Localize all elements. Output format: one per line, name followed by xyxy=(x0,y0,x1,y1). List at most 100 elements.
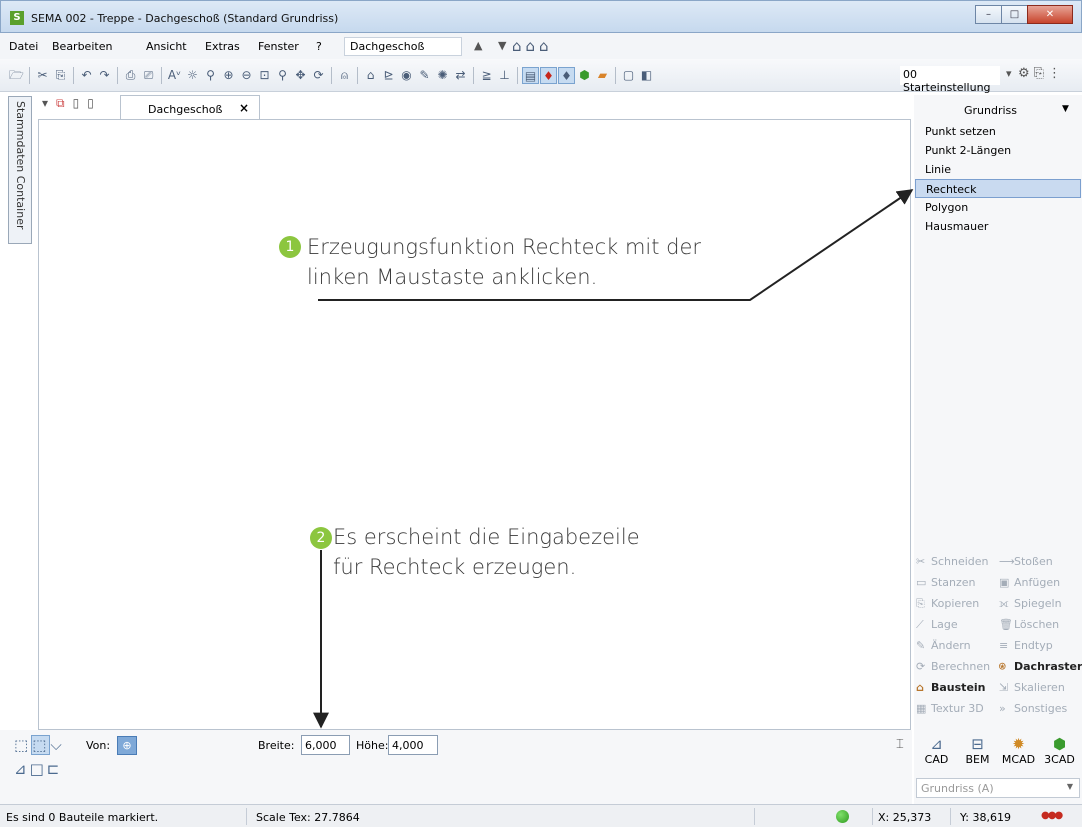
module-label: CAD xyxy=(924,753,949,766)
menu-ansicht[interactable]: Ansicht xyxy=(146,40,187,53)
copy-icon[interactable]: ⎘ xyxy=(52,67,69,84)
toolbar-separator xyxy=(161,67,162,84)
von-pick-button[interactable]: ⊕ xyxy=(117,736,137,755)
measure-icon[interactable]: ≧ xyxy=(478,67,495,84)
cut-icon[interactable]: ✂ xyxy=(34,67,51,84)
tool-spiegeln[interactable]: ⟗ Spiegeln xyxy=(999,597,1082,618)
open-icon[interactable]: 🗁 xyxy=(8,67,25,84)
drawing-canvas[interactable] xyxy=(38,119,911,730)
print-preview-icon[interactable]: ⎚ xyxy=(140,67,157,84)
menu-help[interactable]: ? xyxy=(316,40,322,53)
function-item[interactable]: Punkt 2-Längen xyxy=(915,141,1081,160)
traffic-light-icon[interactable]: ●●● xyxy=(1041,810,1063,821)
function-item[interactable]: Rechteck xyxy=(915,179,1081,198)
module-mcad[interactable]: ✹ MCAD xyxy=(998,735,1039,766)
tool-anfügen[interactable]: ▣ Anfügen xyxy=(999,576,1082,597)
function-item[interactable]: Hausmauer xyxy=(915,217,1081,236)
annotation-1-line2: linken Maustaste anklicken. xyxy=(307,265,598,289)
tab-close-icon[interactable]: × xyxy=(239,101,249,115)
tool-icon: ▣ xyxy=(999,576,1010,589)
tool-baustein[interactable]: ⌂ Baustein xyxy=(916,681,999,702)
tool-stoßen[interactable]: ⟶Stoßen xyxy=(999,555,1082,576)
view-select-dropdown-icon[interactable]: ▼ xyxy=(1067,782,1073,791)
split-view-icon[interactable]: ▯▯ xyxy=(73,96,102,110)
dimension-icon[interactable]: ⊥ xyxy=(496,67,513,84)
module-3cad[interactable]: ⬢ 3CAD xyxy=(1039,735,1080,766)
zoom-window-icon[interactable]: ⊡ xyxy=(256,67,273,84)
redo-icon[interactable]: ↷ xyxy=(96,67,113,84)
light-icon[interactable]: ☼ xyxy=(184,67,201,84)
tool-label: Endtyp xyxy=(1014,639,1053,652)
function-item[interactable]: Linie xyxy=(915,160,1081,179)
tool-löschen[interactable]: 🗑Löschen xyxy=(999,618,1082,639)
tool-textur-3d[interactable]: ▦ Textur 3D xyxy=(916,702,999,723)
close-all-tabs-icon[interactable]: ⧉ xyxy=(56,96,73,110)
preset-select[interactable]: 00 Starteinstellung xyxy=(900,66,1000,94)
view-select[interactable]: Grundriss (A) ▼ xyxy=(916,778,1080,798)
spell-icon[interactable]: Aᵛ xyxy=(166,67,183,84)
tool-icon: ⟋ xyxy=(916,618,924,631)
hoehe-input[interactable] xyxy=(388,735,438,755)
tool-endtyp[interactable]: ≡ Endtyp xyxy=(999,639,1082,660)
function-item[interactable]: Punkt setzen xyxy=(915,122,1081,141)
view-icon[interactable]: ◉ xyxy=(398,67,415,84)
tool-dachraster[interactable]: ⍟ Dachraster xyxy=(999,660,1082,681)
storey-house-icons[interactable]: ⌂⌂⌂ xyxy=(512,37,553,55)
menu-fenster[interactable]: Fenster xyxy=(258,40,299,53)
sun-icon[interactable]: ✺ xyxy=(434,67,451,84)
wall-icon[interactable]: ⊵ xyxy=(380,67,397,84)
zoom-in-icon[interactable]: ⊕ xyxy=(220,67,237,84)
breite-input[interactable] xyxy=(301,735,350,755)
roof2-icon[interactable]: ♦ xyxy=(558,67,575,84)
menu-extras[interactable]: Extras xyxy=(205,40,240,53)
menu-bearbeiten[interactable]: Bearbeiten xyxy=(52,40,112,53)
tool-schneiden[interactable]: ✂ Schneiden xyxy=(916,555,999,576)
pan-icon[interactable]: ✥ xyxy=(292,67,309,84)
function-item[interactable]: Polygon xyxy=(915,198,1081,217)
text-cursor-icon[interactable]: ⌶ xyxy=(896,737,904,752)
tool-stanzen[interactable]: ▭ Stanzen xyxy=(916,576,999,597)
material-icon[interactable]: ▰ xyxy=(594,67,611,84)
dxf-icon[interactable]: ⇄ xyxy=(452,67,469,84)
tool-kopieren[interactable]: ⎘ Kopieren xyxy=(916,597,999,618)
close-button[interactable]: ✕ xyxy=(1027,5,1073,24)
toolbar-separator xyxy=(615,67,616,84)
side-tab-stammdaten[interactable]: Stammdaten Container xyxy=(8,96,32,244)
tool-skalieren[interactable]: ⇲ Skalieren xyxy=(999,681,1082,702)
zoom-out-icon[interactable]: ⊖ xyxy=(238,67,255,84)
roof-icon[interactable]: ♦ xyxy=(540,67,557,84)
tool-ändern[interactable]: ✎ Ändern xyxy=(916,639,999,660)
redraw-icon[interactable]: ⟳ xyxy=(310,67,327,84)
rectangle-option-icons[interactable]: ⊿□⊏ xyxy=(14,760,62,778)
3d-box-icon[interactable]: ⬢ xyxy=(576,67,593,84)
print-icon[interactable]: ⎙ xyxy=(122,67,139,84)
toolbar-extra-icons[interactable]: ⚙⎘⋮ xyxy=(1018,66,1065,81)
menu-datei[interactable]: Datei xyxy=(9,40,38,53)
tool-berechnen[interactable]: ⟳ Berechnen xyxy=(916,660,999,681)
undo-icon[interactable]: ↶ xyxy=(78,67,95,84)
panel-icon[interactable]: ◧ xyxy=(638,67,655,84)
layer-select[interactable]: Dachgeschoß xyxy=(344,37,462,56)
minimize-button[interactable]: – xyxy=(975,5,1002,24)
zoom-all-icon[interactable]: ⚲ xyxy=(274,67,291,84)
module-bem[interactable]: ⊟ BEM xyxy=(957,735,998,766)
preset-dropdown-icon[interactable]: ▾ xyxy=(1006,67,1012,80)
tool-sonstiges[interactable]: » Sonstiges xyxy=(999,702,1082,723)
tabstrip-controls[interactable]: ▾⧉▯▯ xyxy=(42,96,102,111)
rectangle-mode-icons[interactable]: ⬚⬚⌵ xyxy=(14,735,65,755)
zoom-icon[interactable]: ⚲ xyxy=(202,67,219,84)
tab-dachgeschoss[interactable]: Dachgeschoß × xyxy=(120,95,260,119)
module-cad[interactable]: ⊿ CAD xyxy=(916,735,957,766)
layer-nav-arrows[interactable]: ▲ ▼ xyxy=(474,39,512,52)
chevron-down-icon[interactable]: ▼ xyxy=(1062,104,1069,114)
tab-list-dropdown-icon[interactable]: ▾ xyxy=(42,96,56,110)
house-icon[interactable]: ⌂ xyxy=(362,67,379,84)
tool-lage[interactable]: ⟋ Lage xyxy=(916,618,999,639)
maximize-button[interactable]: □ xyxy=(1001,5,1028,24)
layer-icon[interactable]: ▤ xyxy=(522,67,539,84)
frame-icon[interactable]: ▢ xyxy=(620,67,637,84)
step-badge-1: 1 xyxy=(279,236,301,258)
snap-icon[interactable]: ⍝ xyxy=(336,67,353,84)
hoehe-label: Höhe: xyxy=(356,739,389,752)
paint-icon[interactable]: ✎ xyxy=(416,67,433,84)
